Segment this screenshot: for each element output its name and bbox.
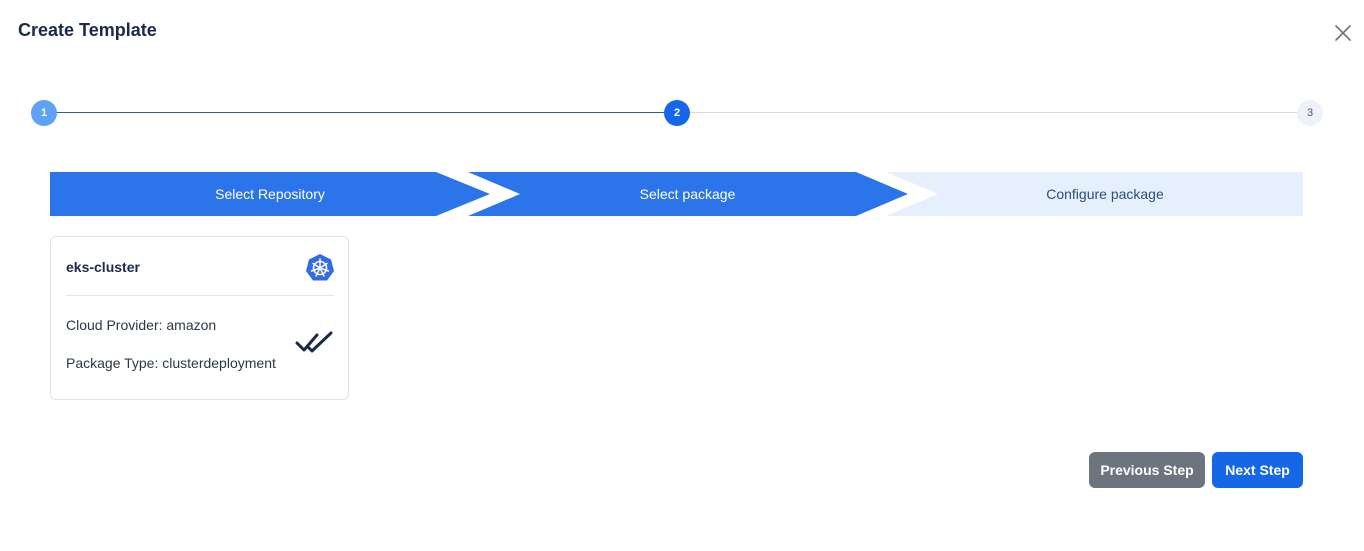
crumb-select-package[interactable]: Select package <box>480 172 895 216</box>
close-icon[interactable] <box>1332 22 1354 44</box>
step-3-indicator[interactable]: 3 <box>1297 100 1323 126</box>
stepper-line-pending <box>677 112 1310 113</box>
step-1-indicator[interactable]: 1 <box>31 100 57 126</box>
progress-stepper: 1 2 3 <box>0 100 1364 126</box>
stepper-line-completed <box>44 112 677 113</box>
wizard-breadcrumb: Select Repository Select package Configu… <box>50 172 1303 216</box>
create-template-dialog: Create Template 1 2 3 Select Repository … <box>0 0 1364 551</box>
cloud-provider-text: Cloud Provider: amazon <box>66 317 217 333</box>
step-2-indicator[interactable]: 2 <box>664 100 690 126</box>
card-divider <box>66 295 334 296</box>
previous-step-button[interactable]: Previous Step <box>1089 452 1205 488</box>
crumb-select-repository[interactable]: Select Repository <box>50 172 490 216</box>
crumb-configure-package[interactable]: Configure package <box>895 172 1315 216</box>
dialog-title: Create Template <box>18 20 157 40</box>
double-check-icon <box>295 331 333 353</box>
package-type-text: Package Type: clusterdeployment <box>66 355 276 371</box>
package-name: eks-cluster <box>66 259 140 275</box>
next-step-button[interactable]: Next Step <box>1212 452 1303 488</box>
package-card[interactable]: eks-cluster Cloud Provider: amazon Packa… <box>50 236 349 400</box>
kubernetes-icon <box>306 254 334 281</box>
